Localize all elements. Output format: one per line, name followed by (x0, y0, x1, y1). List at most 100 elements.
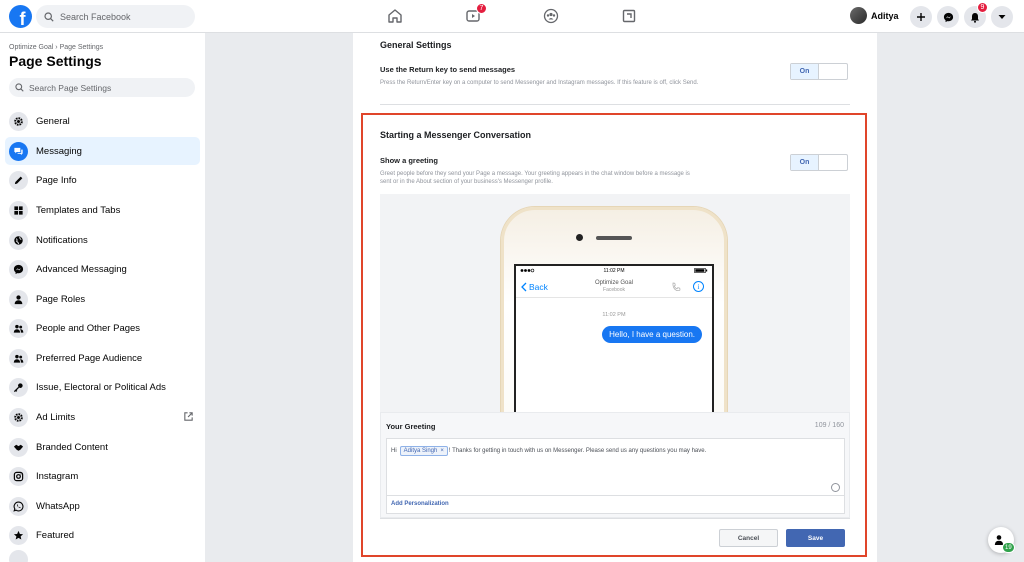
message-time: 11:02 PM (602, 312, 626, 318)
greeting-preview: 11:02 PM Back Optimize Goal Facebook i 1… (380, 194, 850, 412)
sidebar-item-page-info[interactable]: Page Info (5, 166, 200, 194)
greeting-editor: Your Greeting 109 / 160 Hi Aditya Singh … (380, 412, 850, 518)
show-greeting-description-line: sent or in the About section of your bus… (380, 179, 553, 185)
sidebar-item-label: Page Roles (36, 293, 86, 305)
grid-icon (9, 200, 28, 220)
settings-search[interactable] (9, 78, 195, 97)
search-icon (44, 11, 54, 22)
breadcrumb[interactable]: Optimize Goal › Page Settings (9, 44, 103, 51)
chat-bubbles-icon (9, 141, 28, 161)
add-personalization-link[interactable]: Add Personalization (386, 496, 845, 514)
facebook-search[interactable] (36, 5, 195, 28)
external-link-icon[interactable] (183, 411, 194, 422)
facebook-logo[interactable]: f (9, 5, 32, 28)
sidebar-item-ad-limits[interactable]: Ad Limits (5, 403, 200, 431)
settings-sidebar: Optimize Goal › Page Settings Page Setti… (0, 33, 205, 562)
sidebar-item-page-roles[interactable]: Page Roles (5, 285, 200, 313)
return-key-setting-title: Use the Return key to send messages (380, 65, 516, 74)
facebook-logo-letter: f (19, 9, 26, 28)
character-counter: 109 / 160 (814, 422, 844, 429)
sidebar-item-label: Ad Limits (36, 411, 76, 423)
show-greeting-toggle[interactable]: On (790, 154, 848, 171)
messenger-icon (943, 12, 953, 22)
sidebar-item-notifications[interactable]: Notifications (5, 226, 200, 254)
new-message-button[interactable]: 19 (988, 527, 1015, 553)
more-icon (9, 550, 28, 562)
call-icon (672, 282, 681, 292)
pencil-icon (9, 170, 28, 190)
conversation-page-name: Optimize Goal (594, 280, 633, 286)
home-tab[interactable] (385, 6, 405, 26)
phone-camera (576, 234, 583, 241)
toggle-on-label: On (791, 155, 819, 170)
handshake-icon (9, 437, 28, 457)
sidebar-item-label: Notifications (36, 234, 88, 246)
gear-icon (9, 407, 28, 427)
groups-icon (543, 8, 559, 24)
return-key-setting-description: Press the Return/Enter key on a computer… (380, 80, 699, 86)
info-icon: i (693, 281, 704, 292)
sidebar-item-label: WhatsApp (36, 500, 80, 512)
caret-down-icon (998, 15, 1006, 19)
sidebar-item-label: Preferred Page Audience (36, 352, 143, 364)
instagram-icon (9, 466, 28, 486)
settings-search-input[interactable] (29, 82, 189, 93)
create-button[interactable] (910, 6, 932, 28)
sidebar-item-branded-content[interactable]: Branded Content (5, 433, 200, 461)
phone-status-bar: 11:02 PM (516, 266, 712, 275)
sidebar-item-whatsapp[interactable]: WhatsApp (5, 492, 200, 520)
star-icon (9, 525, 28, 545)
sidebar-item-label: General (36, 115, 70, 127)
sidebar-item-label: People and Other Pages (36, 322, 141, 334)
save-button[interactable]: Save (786, 529, 845, 547)
gaming-tab[interactable] (619, 6, 639, 26)
sidebar-item-instagram[interactable]: Instagram (5, 462, 200, 490)
sidebar-item-label: Messaging (36, 145, 82, 157)
people-icon (9, 318, 28, 338)
sidebar-item-next[interactable] (5, 550, 200, 562)
sidebar-item-templates-and-tabs[interactable]: Templates and Tabs (5, 196, 200, 224)
cancel-button[interactable]: Cancel (719, 529, 778, 547)
greeting-text-field[interactable]: Hi Aditya Singh × ! Thanks for getting i… (386, 438, 845, 496)
person-icon (9, 289, 28, 309)
notifications-button[interactable]: 9 (964, 2, 988, 28)
sidebar-item-general[interactable]: General (5, 107, 200, 135)
emoji-icon[interactable] (831, 483, 840, 492)
groups-tab[interactable] (541, 6, 561, 26)
notifications-badge: 9 (977, 2, 988, 13)
token-remove-icon[interactable]: × (440, 448, 444, 454)
messenger-icon (9, 259, 28, 279)
sidebar-item-political-ads[interactable]: Issue, Electoral or Political Ads (5, 373, 200, 401)
section-divider (380, 104, 850, 105)
profile-name: Aditya (871, 10, 899, 21)
show-greeting-title: Show a greeting (380, 156, 438, 165)
account-menu-button[interactable] (991, 6, 1013, 28)
facebook-search-input[interactable] (60, 11, 180, 22)
sidebar-item-people-and-other-pages[interactable]: People and Other Pages (5, 314, 200, 342)
sidebar-item-preferred-page-audience[interactable]: Preferred Page Audience (5, 344, 200, 372)
phone-mockup: 11:02 PM Back Optimize Goal Facebook i 1… (501, 207, 727, 412)
pages-icon (622, 9, 636, 23)
sidebar-item-label: Page Info (36, 174, 77, 186)
toggle-on-label: On (791, 64, 819, 79)
greeting-text: Hi Aditya Singh × ! Thanks for getting i… (391, 446, 706, 456)
greeting-body: ! Thanks for getting in touch with us on… (448, 448, 707, 454)
home-icon (388, 9, 402, 23)
sidebar-item-label: Issue, Electoral or Political Ads (36, 381, 166, 393)
bell-icon (971, 12, 979, 23)
greeting-prefix: Hi (391, 448, 397, 454)
watch-tab[interactable]: 7 (463, 3, 487, 26)
sidebar-item-label: Templates and Tabs (36, 204, 121, 216)
token-label: Aditya Singh (403, 448, 438, 454)
profile-shortcut[interactable]: Aditya (850, 7, 899, 24)
sidebar-item-messaging[interactable]: Messaging (5, 137, 200, 165)
messenger-conversation-title: Starting a Messenger Conversation (380, 130, 532, 140)
personalization-token[interactable]: Aditya Singh × (399, 446, 448, 456)
return-key-toggle[interactable]: On (790, 63, 848, 80)
sidebar-item-advanced-messaging[interactable]: Advanced Messaging (5, 255, 200, 283)
greeting-title: Your Greeting (386, 422, 436, 431)
messenger-button[interactable] (937, 6, 959, 28)
sidebar-item-featured[interactable]: Featured (5, 521, 200, 549)
globe-icon (9, 230, 28, 250)
show-greeting-description: Greet people before they send your Page … (380, 170, 780, 186)
